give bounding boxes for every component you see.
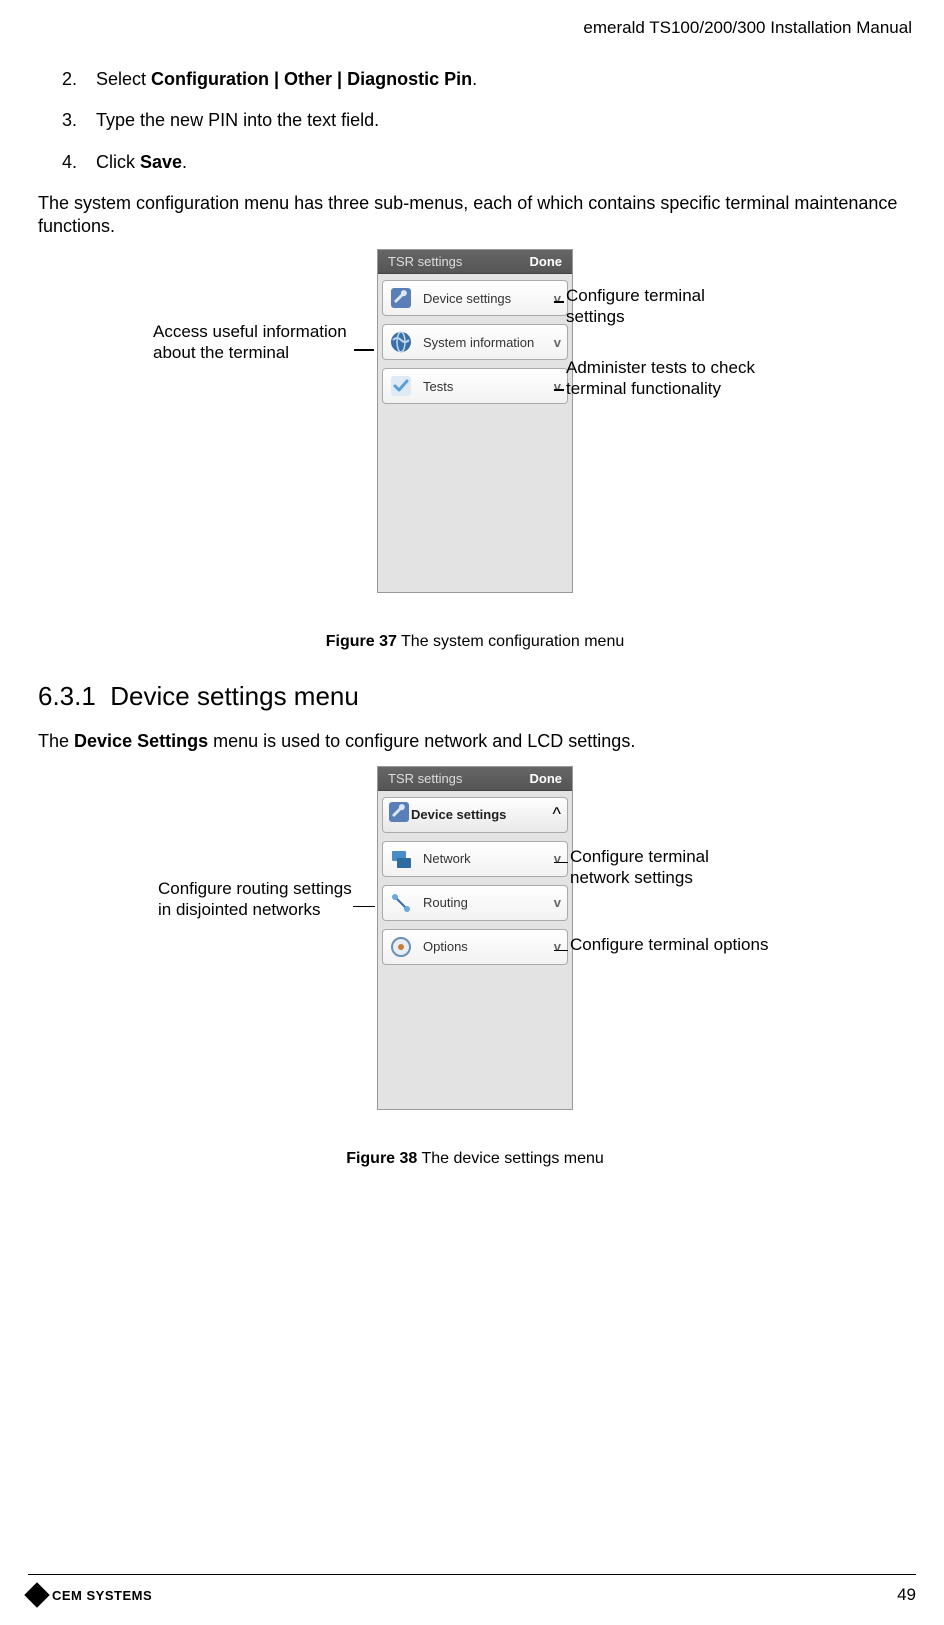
menu-item-options[interactable]: Options v (382, 929, 568, 965)
menu-label: Device settings (423, 291, 554, 306)
step-2: 2. Select Configuration | Other | Diagno… (38, 68, 912, 91)
callout-system-info: Access useful information about the term… (153, 321, 353, 364)
step-text-bold: Configuration | Other | Diagnostic Pin (151, 69, 472, 89)
para2-bold: Device Settings (74, 731, 208, 751)
chevron-down-icon: v (554, 939, 561, 954)
diamond-icon (24, 1582, 49, 1607)
callout-device-settings: Configure terminal settings (566, 285, 766, 328)
check-icon (387, 372, 415, 400)
callout-line (554, 301, 564, 303)
chevron-down-icon: v (554, 291, 561, 306)
main-content: 2. Select Configuration | Other | Diagno… (38, 68, 912, 1198)
done-button[interactable]: Done (530, 254, 563, 269)
figure-37: TSR settings Done Device settings v Syst… (38, 249, 912, 619)
chevron-down-icon: v (554, 895, 561, 910)
menu-item-tests[interactable]: Tests v (382, 368, 568, 404)
step-number: 3. (62, 109, 77, 132)
step-text-post: . (182, 152, 187, 172)
section-number: 6.3.1 (38, 681, 96, 711)
globe-icon (387, 328, 415, 356)
menu-label: Device settings (411, 807, 553, 822)
figure-38-caption: Figure 38 The device settings menu (38, 1150, 912, 1168)
device-titlebar: TSR settings Done (378, 767, 572, 791)
callout-line (554, 389, 564, 391)
callout-line (554, 950, 568, 952)
device-body: Device settings ^ Network v Routing v (378, 791, 572, 1109)
callout-line (354, 349, 374, 351)
wrench-icon (387, 800, 411, 829)
page-number: 49 (897, 1585, 916, 1605)
screen-title: TSR settings (388, 771, 462, 786)
paragraph-device-settings: The Device Settings menu is used to conf… (38, 730, 912, 753)
device-screen-fig38: TSR settings Done Device settings ^ Netw… (377, 766, 573, 1110)
paragraph-intro: The system configuration menu has three … (38, 192, 912, 237)
callout-options: Configure terminal options (570, 934, 770, 955)
step-text-post: . (472, 69, 477, 89)
step-4: 4. Click Save. (38, 151, 912, 174)
menu-group-device-settings[interactable]: Device settings ^ (382, 797, 568, 833)
wrench-icon (387, 284, 415, 312)
step-text-pre: Click (96, 152, 140, 172)
menu-label: Network (423, 851, 554, 866)
step-3: 3. Type the new PIN into the text field. (38, 109, 912, 132)
routing-icon (387, 889, 415, 917)
brand-logo: CEM SYSTEMS (28, 1586, 152, 1604)
callout-tests: Administer tests to check terminal funct… (566, 357, 766, 400)
para2-pre: The (38, 731, 74, 751)
menu-label: Options (423, 939, 554, 954)
caption-rest: The device settings menu (417, 1150, 603, 1167)
section-heading-6-3-1: 6.3.1 Device settings menu (38, 681, 912, 712)
callout-routing: Configure routing settings in disjointed… (158, 878, 358, 921)
section-title: Device settings menu (110, 681, 359, 711)
network-icon (387, 845, 415, 873)
caption-bold: Figure 37 (326, 633, 397, 650)
device-titlebar: TSR settings Done (378, 250, 572, 274)
callout-network: Configure terminal network settings (570, 846, 770, 889)
screen-title: TSR settings (388, 254, 462, 269)
para2-post: menu is used to configure network and LC… (208, 731, 635, 751)
step-number: 4. (62, 151, 77, 174)
done-button[interactable]: Done (530, 771, 563, 786)
menu-label: Routing (423, 895, 554, 910)
menu-label: System information (423, 335, 554, 350)
caption-bold: Figure 38 (346, 1150, 417, 1167)
menu-item-network[interactable]: Network v (382, 841, 568, 877)
caption-rest: The system configuration menu (397, 633, 624, 650)
chevron-down-icon: v (554, 335, 561, 350)
step-text-bold: Save (140, 152, 182, 172)
menu-item-device-settings[interactable]: Device settings v (382, 280, 568, 316)
figure-37-caption: Figure 37 The system configuration menu (38, 633, 912, 651)
callout-line (353, 906, 375, 908)
steps-list: 2. Select Configuration | Other | Diagno… (38, 68, 912, 174)
menu-label: Tests (423, 379, 554, 394)
chevron-down-icon: v (554, 851, 561, 866)
device-body: Device settings v System information v T… (378, 274, 572, 592)
chevron-up-icon: ^ (553, 804, 561, 825)
menu-item-routing[interactable]: Routing v (382, 885, 568, 921)
figure-38: TSR settings Done Device settings ^ Netw… (38, 766, 912, 1136)
step-number: 2. (62, 68, 77, 91)
page-footer: CEM SYSTEMS 49 (28, 1574, 916, 1605)
step-text-pre: Type the new PIN into the text field. (96, 110, 379, 130)
menu-item-system-information[interactable]: System information v (382, 324, 568, 360)
step-text-pre: Select (96, 69, 151, 89)
callout-line (554, 862, 568, 864)
brand-text: CEM SYSTEMS (52, 1588, 152, 1603)
options-icon (387, 933, 415, 961)
page-header-title: emerald TS100/200/300 Installation Manua… (583, 18, 912, 38)
chevron-down-icon: v (554, 379, 561, 394)
device-screen-fig37: TSR settings Done Device settings v Syst… (377, 249, 573, 593)
